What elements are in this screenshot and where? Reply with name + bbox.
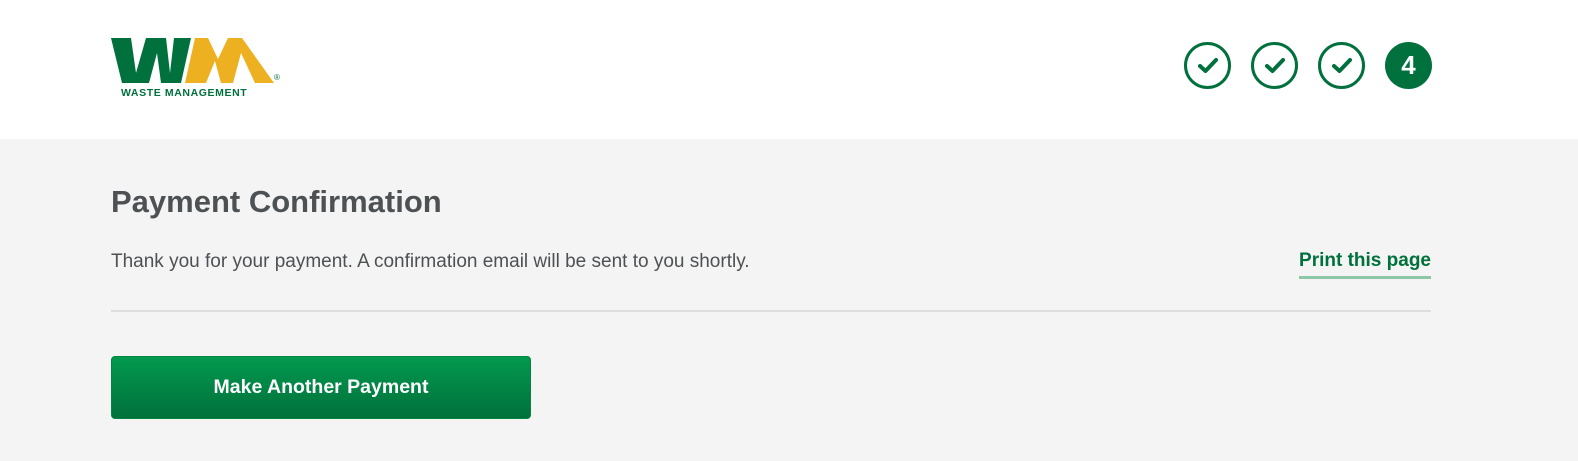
make-another-payment-button[interactable]: Make Another Payment — [111, 356, 531, 419]
checkmark-icon — [1264, 57, 1285, 73]
page-title: Payment Confirmation — [111, 184, 442, 219]
checkmark-icon — [1331, 57, 1352, 73]
wm-logo-mark — [111, 38, 274, 83]
site-header: ® WASTE MANAGEMENT 4 — [0, 0, 1578, 139]
progress-steps: 4 — [1184, 42, 1432, 89]
divider — [111, 310, 1431, 312]
confirmation-message: Thank you for your payment. A confirmati… — [111, 251, 750, 272]
wm-logo[interactable]: ® WASTE MANAGEMENT — [111, 37, 286, 101]
print-page-link[interactable]: Print this page — [1299, 249, 1431, 279]
checkmark-icon — [1197, 57, 1218, 73]
step-3-complete — [1318, 42, 1365, 89]
step-2-complete — [1251, 42, 1298, 89]
trademark-symbol: ® — [274, 73, 280, 82]
step-4-current: 4 — [1385, 42, 1432, 89]
step-1-complete — [1184, 42, 1231, 89]
logo-wordmark: WASTE MANAGEMENT — [121, 87, 248, 99]
confirmation-panel: Payment Confirmation Thank you for your … — [0, 139, 1578, 461]
